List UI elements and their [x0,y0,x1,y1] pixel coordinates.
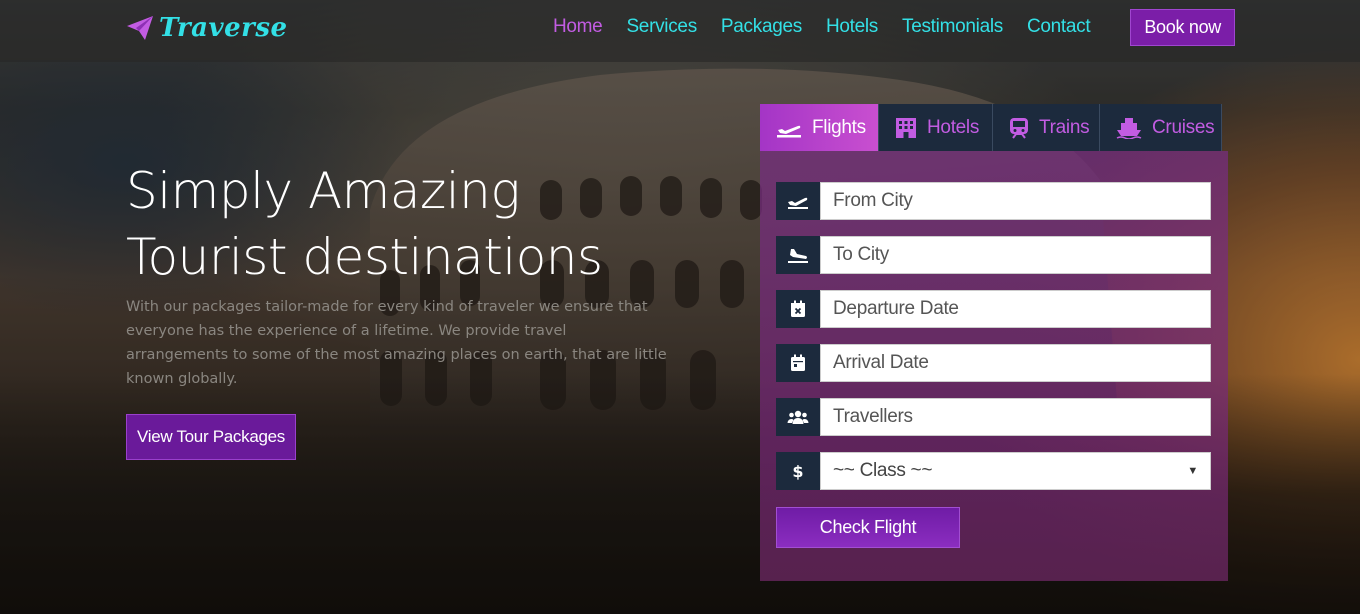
nav-menu: Home Services Packages Hotels Testimonia… [553,8,1235,46]
from-city-input[interactable] [833,183,1198,219]
hero-title-line-1: Simply Amazing [126,162,520,220]
travellers-field [776,398,1211,436]
paper-plane-icon [125,14,155,42]
nav-link-home[interactable]: Home [553,16,603,38]
tab-trains[interactable]: Trains [993,104,1100,151]
ship-icon [1116,117,1142,139]
class-select[interactable]: ~~ Class ~~ ▼ [820,452,1211,490]
view-tour-packages-button[interactable]: View Tour Packages [126,414,296,460]
hero-description: With our packages tailor-made for every … [126,299,667,387]
calendar-icon [776,344,820,382]
departure-date-field [776,290,1211,328]
to-city-input[interactable] [833,237,1198,273]
brand-logo[interactable]: Traverse [125,10,288,46]
to-city-field [776,236,1211,274]
book-now-button[interactable]: Book now [1130,8,1235,46]
departure-date-input[interactable] [833,291,1198,327]
tab-hotels-label: Hotels [927,116,980,138]
tab-flights-label: Flights [812,116,866,138]
nav-link-hotels[interactable]: Hotels [826,16,878,38]
tab-cruises-label: Cruises [1152,116,1215,138]
brand-name: Traverse [159,13,288,43]
class-field: $ ~~ Class ~~ ▼ [776,452,1211,490]
nav-link-services[interactable]: Services [626,16,697,38]
arrival-date-input[interactable] [833,345,1198,381]
booking-tabs: Flights Hotels Trains Cruises [760,104,1222,151]
nav-link-contact[interactable]: Contact [1027,16,1091,38]
nav-link-packages[interactable]: Packages [721,16,802,38]
tab-cruises[interactable]: Cruises [1100,104,1222,151]
calendar-x-icon [776,290,820,328]
plane-arrival-icon [776,236,820,274]
plane-icon [776,118,802,138]
tab-hotels[interactable]: Hotels [879,104,993,151]
flight-search-form: $ ~~ Class ~~ ▼ Check Flight [760,151,1228,581]
travellers-input[interactable] [833,399,1198,435]
chevron-down-icon: ▼ [1187,465,1198,477]
navbar: Traverse Home Services Packages Hotels T… [0,0,1360,62]
users-icon [776,398,820,436]
hero-title: Simply Amazing Tourist destinations [126,158,686,290]
building-icon [895,117,917,139]
train-icon [1009,117,1029,139]
tab-trains-label: Trains [1039,116,1090,138]
hero-title-line-2: Tourist destinations [126,228,603,286]
nav-link-testimonials[interactable]: Testimonials [902,16,1003,38]
tab-flights[interactable]: Flights [760,104,879,151]
dollar-icon: $ [776,452,820,490]
plane-departure-icon [776,182,820,220]
from-city-field [776,182,1211,220]
arrival-date-field [776,344,1211,382]
check-flight-button[interactable]: Check Flight [776,507,960,548]
class-select-value: ~~ Class ~~ [833,460,933,481]
